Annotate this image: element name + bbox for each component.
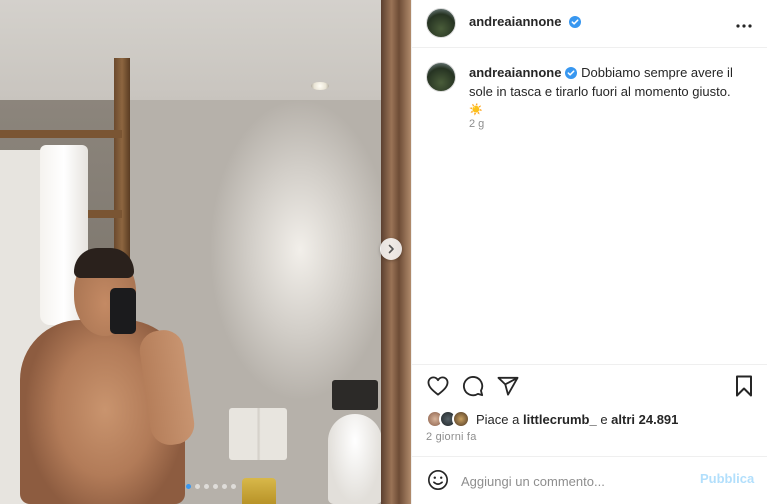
chevron-right-icon <box>386 242 396 257</box>
carousel-indicator <box>186 484 236 489</box>
author-avatar[interactable] <box>426 8 456 38</box>
likes-summary[interactable]: Piace a littlecrumb_ e altri 24.891 <box>426 408 678 430</box>
photo-person-hair <box>74 248 134 278</box>
carousel-dot <box>186 484 191 489</box>
liker-username[interactable]: littlecrumb_ <box>523 412 597 427</box>
like-button[interactable] <box>426 375 450 399</box>
likes-others-count[interactable]: altri 24.891 <box>611 412 678 427</box>
heart-icon <box>427 375 449 399</box>
emoji-picker-button[interactable] <box>426 469 450 493</box>
post-panel: andreaiannone andreaiannone Dobbiamo sem… <box>411 0 767 504</box>
action-bar <box>412 364 767 408</box>
comment-bar: Pubblica <box>412 456 767 504</box>
save-button[interactable] <box>732 375 756 399</box>
carousel-dot <box>204 484 209 489</box>
caption-username[interactable]: andreaiannone <box>469 65 561 80</box>
photo-phone <box>110 288 136 334</box>
verified-badge-icon <box>565 66 578 83</box>
likes-prefix: Piace a <box>476 411 520 427</box>
comment-icon <box>462 375 484 400</box>
post-header: andreaiannone <box>412 0 767 48</box>
author-username-row[interactable]: andreaiannone <box>469 14 582 31</box>
photo-towels <box>229 408 287 460</box>
post-date[interactable]: 2 giorni fa <box>426 431 477 443</box>
author-username[interactable]: andreaiannone <box>469 14 561 29</box>
carousel-dot <box>195 484 200 489</box>
photo-faucet <box>242 478 276 504</box>
share-button[interactable] <box>496 375 520 399</box>
photo-flush-plate <box>332 380 378 410</box>
more-horizontal-icon <box>736 16 752 31</box>
sun-emoji: ☀️ <box>469 104 483 116</box>
bookmark-icon <box>735 375 753 400</box>
likes-conjunction: e <box>600 411 608 427</box>
carousel-next-button[interactable] <box>380 238 402 260</box>
caption-time-ago[interactable]: 2 g <box>469 118 484 130</box>
comment-button[interactable] <box>461 375 485 399</box>
liker-avatar <box>452 410 470 428</box>
caption-body: andreaiannone Dobbiamo sempre avere il s… <box>469 64 749 119</box>
likes-text: Piace a littlecrumb_ e altri 24.891 <box>476 412 678 427</box>
carousel-dot <box>231 484 236 489</box>
smiley-icon <box>427 469 449 494</box>
send-icon <box>497 376 519 399</box>
photo-shelf <box>0 130 122 138</box>
liker-avatars <box>426 410 470 428</box>
verified-badge-icon <box>569 16 582 31</box>
publish-button[interactable]: Pubblica <box>700 471 754 486</box>
photo-toilet <box>328 414 382 504</box>
carousel-dot <box>213 484 218 489</box>
photo-ceiling-light <box>311 82 329 90</box>
post-media[interactable] <box>0 0 411 504</box>
caption-author-avatar[interactable] <box>426 62 456 92</box>
more-options-button[interactable] <box>732 12 756 34</box>
carousel-dot <box>222 484 227 489</box>
comment-input[interactable] <box>461 469 691 493</box>
